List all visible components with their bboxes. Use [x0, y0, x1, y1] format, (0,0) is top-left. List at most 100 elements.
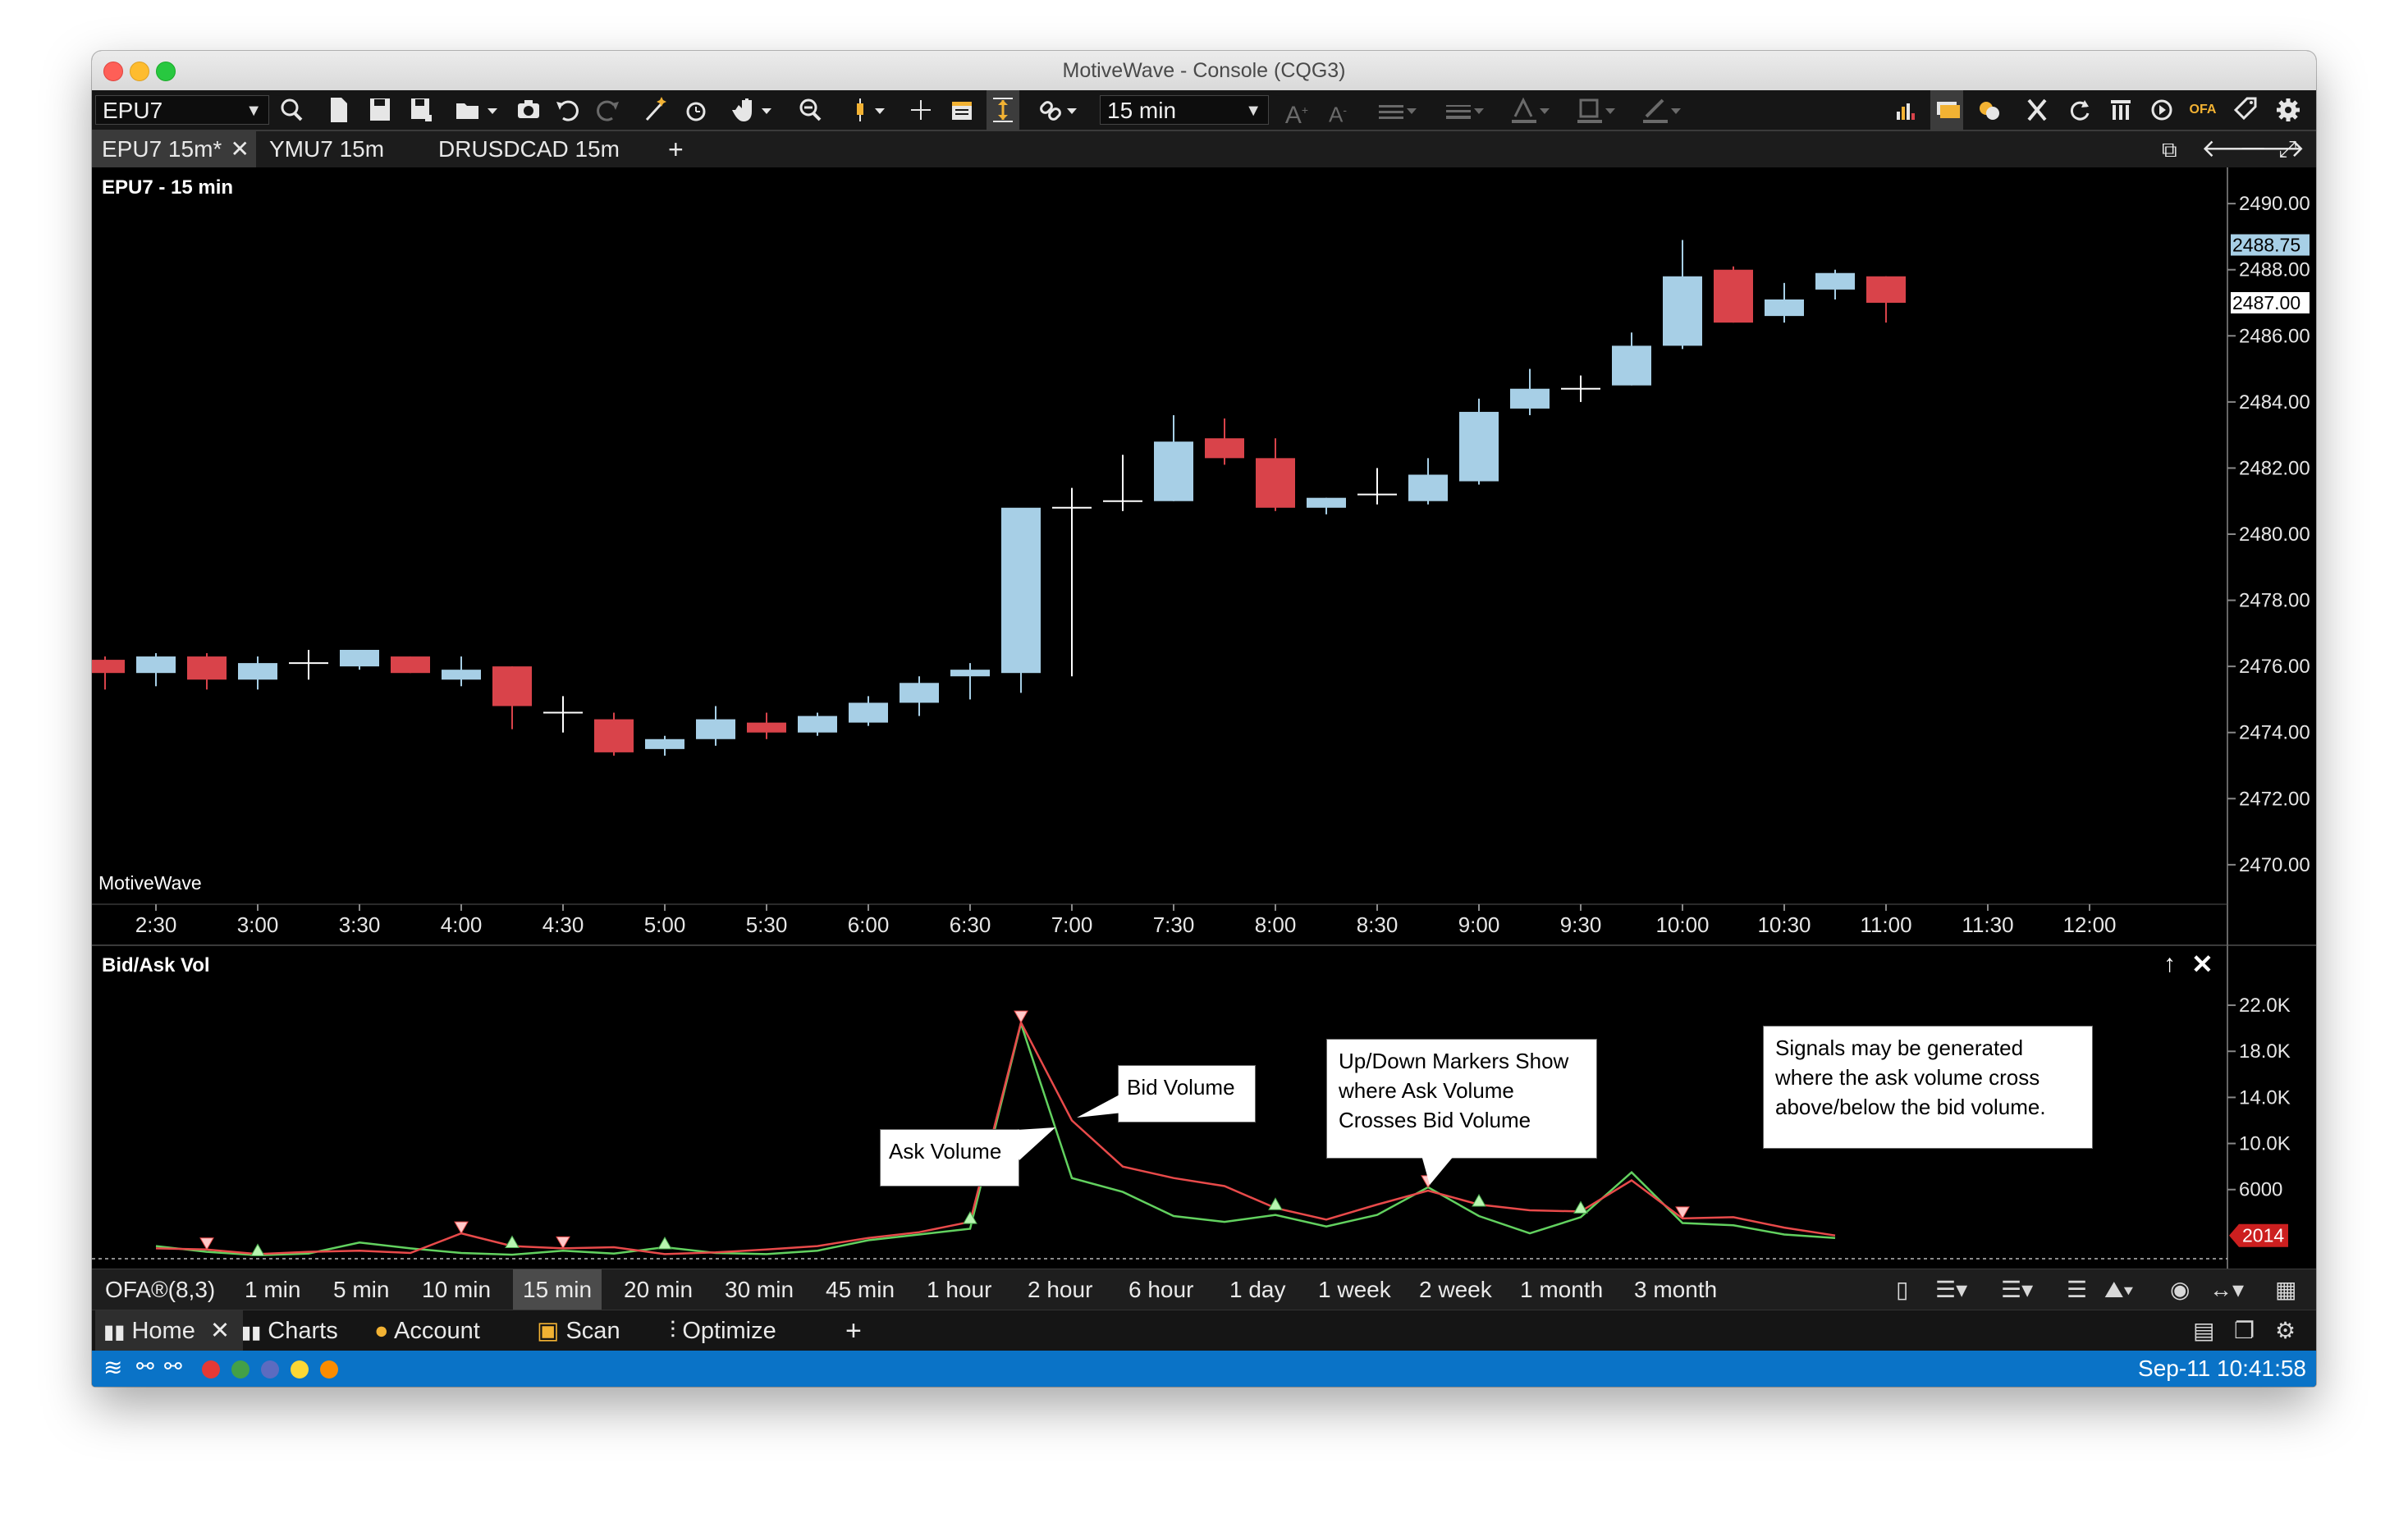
y-tick: 2488.00	[2227, 259, 2310, 281]
ofa-icon[interactable]: OFA	[2186, 90, 2219, 130]
interval-value: 15 min	[1107, 98, 1177, 123]
bar-size-1-hour[interactable]: 1 hour	[917, 1269, 1001, 1310]
svg-text:5:00: 5:00	[644, 912, 686, 937]
svg-text:2476.00: 2476.00	[2239, 656, 2310, 678]
expand-icon[interactable]: ⤢	[2268, 131, 2301, 167]
user-icon: ●	[374, 1318, 389, 1344]
svg-text:2474.00: 2474.00	[2239, 722, 2310, 744]
svg-text:3:00: 3:00	[237, 912, 279, 937]
eye-icon[interactable]: ◉	[2170, 1269, 2190, 1310]
trash-icon[interactable]: ▯	[1896, 1269, 1908, 1310]
nav-charts[interactable]: ▮▮ Charts	[233, 1310, 346, 1353]
zoom-range-icon[interactable]: ↔▾	[2209, 1269, 2244, 1310]
tab-label: YMU7 15m	[269, 136, 385, 162]
nav-label: Account	[394, 1318, 480, 1344]
nav-home[interactable]: ▮▮ Home ✕	[95, 1310, 243, 1353]
connection-icon[interactable]: ⚯	[164, 1354, 182, 1379]
signals-note-line: above/below the bid volume.	[1775, 1095, 2046, 1119]
y-tick: 2484.00	[2227, 391, 2310, 414]
tab-epu7[interactable]: EPU7 15m* ✕	[92, 131, 256, 167]
status-bar: ≋ ⚯ ⚯ Sep-11 10:41:58	[92, 1351, 2316, 1387]
symbol-selector[interactable]: EPU7 ▼	[95, 95, 269, 125]
arrow-right-icon[interactable]: 🡒	[2229, 131, 2305, 167]
main-toolbar: EPU7 ▼ 15 min ▼ A+ A- OFA	[92, 90, 2316, 142]
svg-text:2482.00: 2482.00	[2239, 457, 2310, 479]
bar-size-1-month[interactable]: 1 month	[1510, 1269, 1613, 1310]
bar-size-2-hour[interactable]: 2 hour	[1018, 1269, 1102, 1310]
svg-text:2:30: 2:30	[135, 912, 177, 937]
status-dot	[291, 1360, 309, 1379]
y-tick: 2470.00	[2227, 854, 2310, 876]
interval-selector[interactable]: 15 min ▼	[1100, 95, 1269, 125]
study-icon[interactable]: ⛰▾	[2104, 1269, 2133, 1310]
detach-icon[interactable]: ⧉	[2152, 131, 2185, 167]
align-left-icon[interactable]: ☰▾	[1935, 1269, 1967, 1310]
align-menu-icon[interactable]: ☰▾	[2001, 1269, 2033, 1310]
bar-size-30-min[interactable]: 30 min	[715, 1269, 803, 1310]
calendar-icon[interactable]: ▦	[2275, 1269, 2296, 1310]
svg-text:8:30: 8:30	[1357, 912, 1399, 937]
nav-scan[interactable]: ▣ Scan	[529, 1310, 629, 1351]
nav-account[interactable]: ● Account	[366, 1310, 488, 1351]
current-price-tag: 2487.00	[2231, 292, 2310, 313]
tab-label: DRUSDCAD 15m	[438, 136, 620, 162]
settings-gear-icon[interactable]: ⚙	[2275, 1310, 2296, 1351]
markers-note-line: where Ask Volume	[1339, 1078, 1514, 1103]
markers-callout-pointer	[1421, 1155, 1454, 1185]
markers-note-line: Crosses Bid Volume	[1339, 1108, 1531, 1132]
svg-text:2487.00: 2487.00	[2232, 292, 2300, 313]
bar-size-5-min[interactable]: 5 min	[323, 1269, 399, 1310]
indicator-title: Bid/Ask Vol	[102, 954, 210, 976]
ask-callout-pointer	[1003, 1127, 1055, 1160]
window-title: MotiveWave - Console (CQG3)	[1062, 59, 1346, 82]
bar-size-10-min[interactable]: 10 min	[412, 1269, 501, 1310]
y-tick: 2478.00	[2227, 590, 2310, 612]
nav-label: Optimize	[682, 1318, 776, 1344]
arrow-up-icon[interactable]: ↑	[2163, 950, 2176, 977]
symbol-value: EPU7	[103, 98, 163, 123]
chevron-down-icon: ▼	[245, 102, 262, 120]
documents-icon[interactable]: ❐	[2234, 1310, 2255, 1351]
nav-label: Charts	[268, 1318, 338, 1344]
indicator-settings-button[interactable]: OFA®(8,3)	[95, 1269, 225, 1310]
list-icon[interactable]: ☰	[2067, 1269, 2087, 1310]
link-status-icon[interactable]: ⚯	[136, 1354, 154, 1379]
chart-tabs-bar: EPU7 15m* ✕ YMU7 15m DRUSDCAD 15m + ⧉ 🡐 …	[92, 131, 2316, 168]
last-price-tag: 2488.75	[2231, 234, 2310, 256]
svg-text:2470.00: 2470.00	[2239, 854, 2310, 876]
font-decrease-icon[interactable]: A-	[1321, 90, 1354, 135]
bar-size-15-min[interactable]: 15 min	[513, 1269, 602, 1310]
font-increase-icon[interactable]: A+	[1280, 90, 1313, 135]
add-workspace-button[interactable]: +	[837, 1310, 870, 1351]
add-tab-button[interactable]: +	[658, 131, 691, 167]
signals-note-line: where the ask volume cross	[1775, 1065, 2040, 1090]
markers-callout: Up/Down Markers Show where Ask Volume Cr…	[1326, 1039, 1597, 1159]
status-dot	[261, 1360, 279, 1379]
svg-text:6000: 6000	[2239, 1179, 2282, 1201]
svg-text:10:30: 10:30	[1757, 912, 1811, 937]
bar-size-1-min[interactable]: 1 min	[235, 1269, 310, 1310]
close-panel-icon[interactable]: ✕	[2191, 949, 2213, 979]
arrow-left-icon[interactable]: 🡐	[2191, 131, 2267, 167]
bar-size-1-day[interactable]: 1 day	[1220, 1269, 1296, 1310]
bar-size-1-week[interactable]: 1 week	[1308, 1269, 1401, 1310]
price-chart-title: EPU7 - 15 min	[102, 176, 233, 199]
svg-text:12:00: 12:00	[2062, 912, 2116, 937]
layout-icon[interactable]: ▤	[2193, 1310, 2214, 1351]
candle	[1001, 507, 1041, 693]
svg-text:18.0K: 18.0K	[2239, 1040, 2291, 1063]
bar-size-45-min[interactable]: 45 min	[816, 1269, 904, 1310]
nav-optimize[interactable]: ⫶ Optimize	[662, 1310, 785, 1351]
bar-size-20-min[interactable]: 20 min	[614, 1269, 703, 1310]
close-icon[interactable]: ✕	[231, 131, 249, 167]
tab-drusdcad[interactable]: DRUSDCAD 15m	[428, 131, 642, 167]
svg-text:10.0K: 10.0K	[2239, 1133, 2291, 1155]
svg-text:9:00: 9:00	[1458, 912, 1500, 937]
bar-size-3-month[interactable]: 3 month	[1624, 1269, 1727, 1310]
bar-size-2-week[interactable]: 2 week	[1409, 1269, 1502, 1310]
bar-size-6-hour[interactable]: 6 hour	[1119, 1269, 1203, 1310]
ask-volume-note: Ask Volume	[889, 1139, 1002, 1164]
tab-ymu7[interactable]: YMU7 15m	[259, 131, 423, 167]
close-icon[interactable]: ✕	[210, 1318, 230, 1344]
sliders-icon: ⫶	[670, 1318, 676, 1344]
